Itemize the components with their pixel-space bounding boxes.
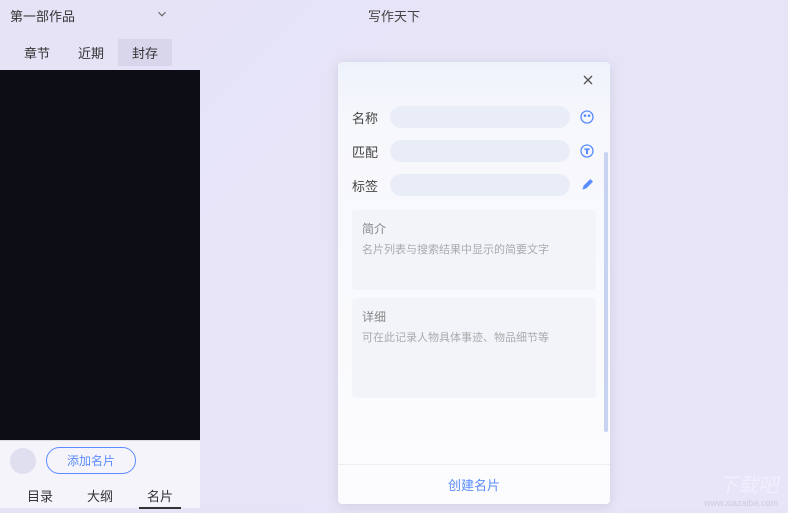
tag-input[interactable]: [390, 174, 570, 196]
bottom-tab-outline[interactable]: 大纲: [79, 484, 121, 509]
content-list-area: [0, 70, 200, 440]
app-title: 写作天下: [368, 6, 420, 25]
work-selector[interactable]: 第一部作品: [0, 0, 200, 31]
detail-hint: 可在此记录人物具体事迹、物品细节等: [362, 329, 586, 345]
top-tabs: 章节 近期 封存: [0, 39, 200, 66]
tag-row: 标签: [338, 168, 610, 202]
brief-title: 简介: [362, 220, 586, 237]
card-modal: 名称 匹配 T 标签 简介 名片列表与搜索结果中显示的简要文字 详细: [338, 62, 610, 504]
tag-label: 标签: [352, 176, 382, 195]
form-section: 名称 匹配 T 标签 简介 名片列表与搜索结果中显示的简要文字 详细: [338, 100, 610, 398]
bottom-tab-toc[interactable]: 目录: [19, 484, 61, 509]
add-card-button[interactable]: 添加名片: [46, 447, 136, 474]
bottom-tabs: 目录 大纲 名片: [0, 480, 200, 513]
brief-textbox[interactable]: 简介 名片列表与搜索结果中显示的简要文字: [352, 210, 596, 290]
create-card-button[interactable]: 创建名片: [448, 475, 500, 494]
match-label: 匹配: [352, 142, 382, 161]
add-card-row: 添加名片: [0, 441, 200, 480]
avatar[interactable]: [10, 448, 36, 474]
text-format-icon[interactable]: T: [578, 142, 596, 160]
match-row: 匹配 T: [338, 134, 610, 168]
work-selector-label: 第一部作品: [10, 6, 75, 25]
name-row: 名称: [338, 100, 610, 134]
watermark-url: www.xiazaiba.com: [704, 498, 778, 508]
svg-text:T: T: [585, 149, 589, 156]
bottom-section: 添加名片 目录 大纲 名片: [0, 440, 200, 508]
left-panel: 第一部作品 章节 近期 封存 添加名片 目录 大纲 名片: [0, 0, 200, 508]
tag-icon[interactable]: [578, 176, 596, 194]
match-input[interactable]: [390, 140, 570, 162]
name-input[interactable]: [390, 106, 570, 128]
bottom-tab-card[interactable]: 名片: [139, 484, 181, 509]
watermark-logo: 下载吧: [718, 469, 778, 498]
scrollbar[interactable]: [604, 152, 608, 432]
tab-sealed[interactable]: 封存: [118, 39, 172, 66]
name-label: 名称: [352, 108, 382, 127]
brief-hint: 名片列表与搜索结果中显示的简要文字: [362, 241, 586, 257]
chevron-down-icon: [155, 7, 169, 24]
palette-icon[interactable]: [578, 108, 596, 126]
detail-textbox[interactable]: 详细 可在此记录人物具体事迹、物品细节等: [352, 298, 596, 398]
modal-footer: 创建名片: [338, 464, 610, 504]
close-icon[interactable]: [580, 72, 596, 93]
tab-recent[interactable]: 近期: [64, 39, 118, 66]
tab-chapter[interactable]: 章节: [10, 39, 64, 66]
detail-title: 详细: [362, 308, 586, 325]
